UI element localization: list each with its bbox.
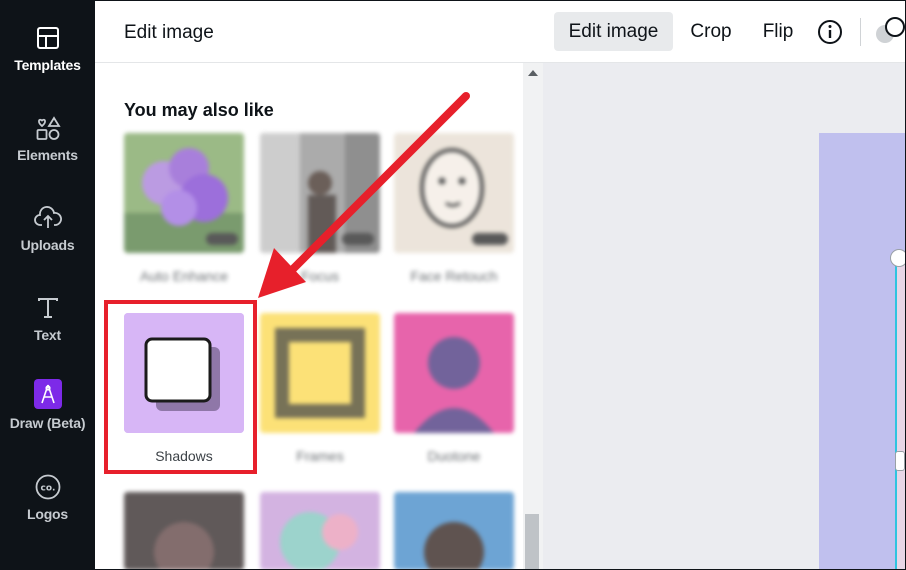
rail-item-elements[interactable]: Elements — [0, 98, 95, 178]
logos-icon: co. — [34, 473, 62, 501]
rail-label: Draw (Beta) — [9, 415, 86, 431]
transparency-icon[interactable] — [873, 12, 906, 51]
effect-label: Frames — [296, 448, 344, 464]
highlight-box — [104, 300, 257, 474]
flip-button[interactable]: Flip — [751, 12, 805, 51]
section-title: You may also like — [124, 100, 274, 120]
rail-item-uploads[interactable]: Uploads — [0, 188, 95, 268]
effect-label: Auto Enhance — [140, 268, 228, 284]
design-canvas[interactable] — [543, 63, 906, 570]
effect-tile-focus[interactable] — [260, 133, 380, 253]
resize-handle[interactable] — [890, 249, 906, 267]
effect-tile[interactable] — [394, 492, 514, 570]
rail-item-draw[interactable]: Draw (Beta) — [0, 366, 95, 446]
image-toolbar: Edit image Crop Flip — [543, 0, 906, 63]
scroll-up-arrow-icon[interactable] — [528, 70, 538, 76]
auto-enhance-thumbnail — [124, 133, 244, 253]
rail-item-text[interactable]: Text — [0, 278, 95, 358]
text-icon — [34, 294, 62, 322]
selected-image-edge[interactable] — [895, 258, 906, 570]
frames-thumbnail — [260, 313, 380, 433]
templates-icon — [34, 24, 62, 52]
draw-icon — [33, 379, 62, 409]
effect-tile-duotone[interactable] — [394, 313, 514, 433]
panel-title: Edit image — [124, 22, 214, 43]
uploads-icon — [33, 204, 62, 232]
toolbar-divider — [860, 18, 861, 46]
panel-header: Edit image — [95, 0, 543, 63]
rail-label: Uploads — [20, 237, 75, 253]
rail-label: Logos — [27, 506, 68, 522]
effect-label: Focus — [300, 268, 340, 284]
face-retouch-thumbnail — [394, 133, 514, 253]
effect-tile-frames[interactable] — [260, 313, 380, 433]
canvas-page[interactable] — [819, 133, 906, 570]
rail-label: Text — [34, 327, 61, 343]
crop-button[interactable]: Crop — [681, 12, 741, 51]
elements-icon — [34, 114, 62, 142]
effect-label: Duotone — [427, 448, 481, 464]
edit-image-panel: Edit image You may also like Auto Enhanc… — [95, 0, 543, 570]
effect-label: Face Retouch — [410, 268, 498, 284]
effect-tile-auto-enhance[interactable] — [124, 133, 244, 253]
edit-image-button[interactable]: Edit image — [554, 12, 673, 51]
focus-thumbnail — [260, 133, 380, 253]
scrollbar-thumb[interactable] — [525, 514, 539, 570]
rail-label: Templates — [14, 57, 81, 73]
panel-scrollbar[interactable] — [523, 63, 543, 570]
svg-text:co.: co. — [40, 484, 55, 494]
info-icon[interactable] — [813, 12, 847, 51]
duotone-thumbnail — [394, 313, 514, 433]
left-rail: Templates Elements Uploads Text Draw (Be… — [0, 0, 95, 570]
rail-item-templates[interactable]: Templates — [0, 8, 95, 88]
effect-tile-face-retouch[interactable] — [394, 133, 514, 253]
effect-tile[interactable] — [124, 492, 244, 570]
rail-item-logos[interactable]: co. Logos — [0, 457, 95, 537]
rail-label: Elements — [17, 147, 78, 163]
effect-tile[interactable] — [260, 492, 380, 570]
side-resize-handle[interactable] — [895, 451, 905, 471]
